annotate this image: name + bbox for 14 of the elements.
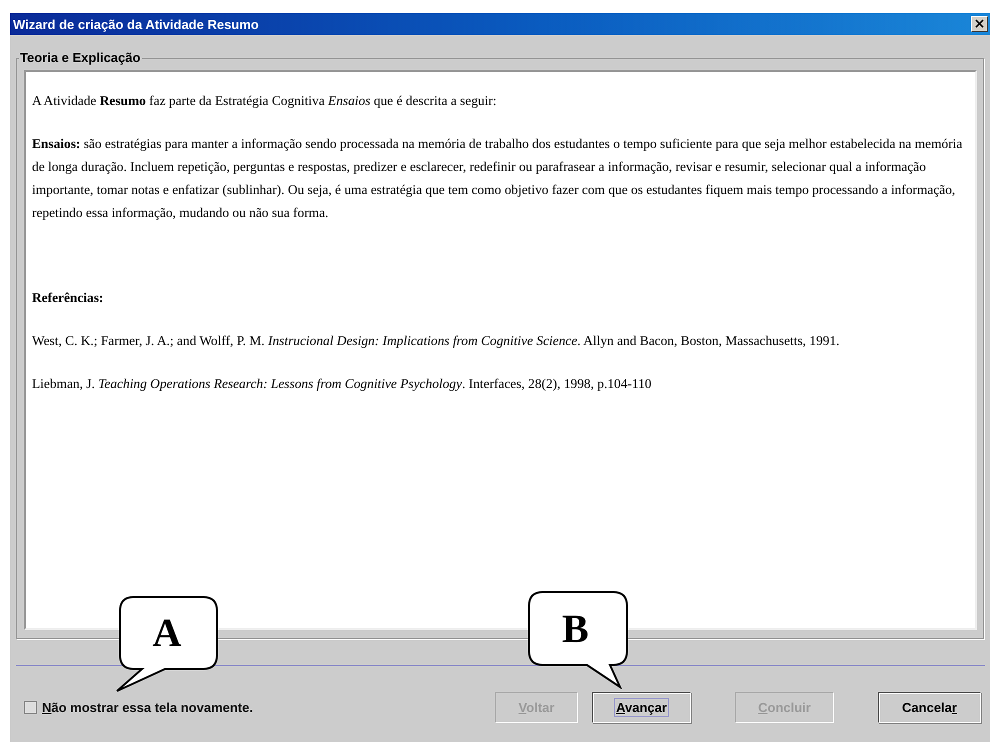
paragraph: A Atividade Resumo faz parte da Estratégia Cognitiva Ensaios que é descrita a seguir: xyxy=(32,92,498,110)
dont-show-checkbox[interactable]: Não mostrar essa tela novamente. xyxy=(24,700,253,715)
window-title: Wizard de criação da Atividade Resumo xyxy=(13,16,259,32)
group-title: Teoria e Explicação xyxy=(19,50,142,66)
callout-letter: B xyxy=(562,606,589,650)
wizard-button[interactable]: Cancelar xyxy=(878,692,981,723)
paragraph: Ensaios: são estratégias para manter a informação sendo processada na memória de trabalho dos estudantes o tempo suficiente para que seja melhor estabelecida na memória de longa duração. Incluem repetição, perguntas e respostas, predizer e esclarecer, redefinir ou parafrasear a informação, revisar e resumir, selecionar qual a informação importante, tomar notas e enfatizar (sublinhar). Ou seja, é uma estratégia que tem como objetivo fazer com que os estudantes fiquem mais tempo processando a informação, repetindo essa informação, mudando ou não sua forma. xyxy=(32,135,964,222)
paragraph: Liebman, J. Teaching Operations Research: Lessons from Cognitive Psychology. Interfaces, 28(2), 1998, p.104-110 xyxy=(32,375,652,393)
section-heading: Referências: xyxy=(32,289,104,307)
close-button[interactable]: × xyxy=(971,16,988,32)
paragraph: West, C. K.; Farmer, J. A.; and Wolff, P. M. Instrucional Design: Implications from Cognitive Science. Allyn and Bacon, Boston, Massachusetts, 1991. xyxy=(32,332,840,350)
wizard-button[interactable]: Avançar xyxy=(592,692,691,723)
callout-letter: A xyxy=(152,611,182,655)
checkbox[interactable] xyxy=(24,701,37,714)
